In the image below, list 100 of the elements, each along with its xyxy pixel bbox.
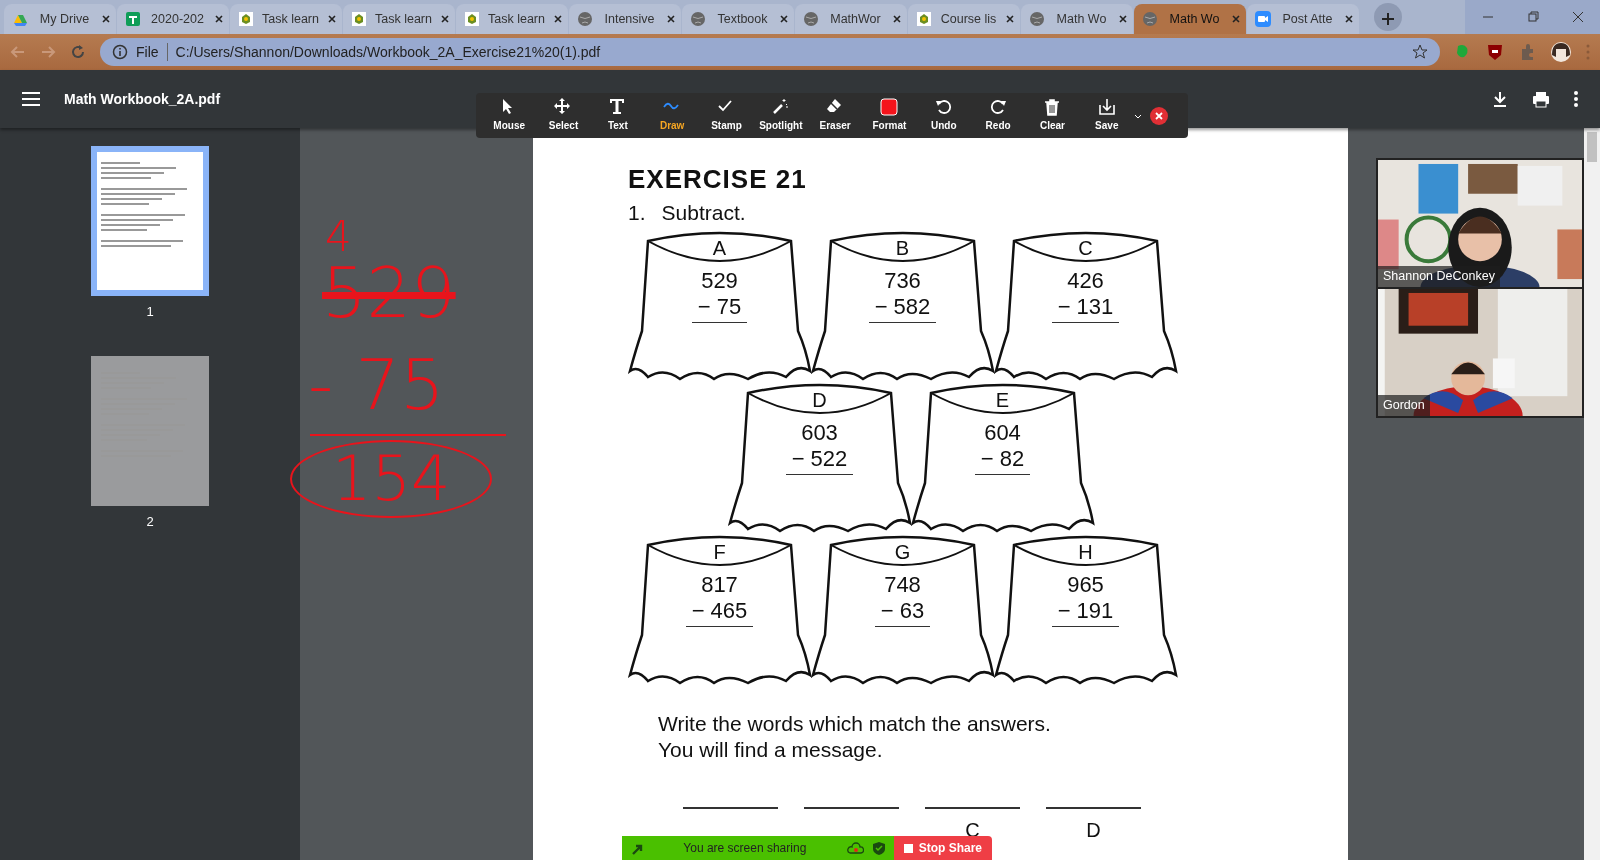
participant-name: Shannon DeConkey [1378, 266, 1500, 287]
browser-tab[interactable]: Course lis [908, 4, 1020, 34]
toolbar-button[interactable]: Redo [970, 98, 1026, 133]
stump-letter: G [894, 541, 911, 562]
ink-annotation: 4 [325, 216, 352, 258]
page-thumbnail[interactable] [91, 355, 209, 506]
browser-tab[interactable]: Textbook [682, 4, 794, 34]
close-icon[interactable] [779, 14, 789, 24]
toolbar-button[interactable]: Eraser [807, 98, 863, 133]
toolbar-button[interactable]: Spotlight [753, 98, 808, 133]
close-icon[interactable] [1005, 14, 1015, 24]
download-icon[interactable] [1097, 98, 1116, 116]
page-thumbnail[interactable] [91, 146, 209, 296]
blank-letter: D [1086, 818, 1101, 844]
share-status-text: You are screen sharing [682, 840, 808, 857]
crest-icon [351, 11, 367, 27]
close-icon[interactable] [1231, 14, 1241, 24]
browser-tab[interactable]: Task learn [343, 4, 455, 34]
scrollbar[interactable] [1584, 128, 1600, 860]
print-icon[interactable] [1532, 90, 1550, 108]
stump-letter: F [713, 541, 726, 562]
browser-tab[interactable]: MathWor [795, 4, 907, 34]
text-icon[interactable] [608, 98, 627, 116]
cloud-icon[interactable] [846, 841, 864, 855]
plus-icon[interactable] [1381, 11, 1395, 26]
minuend-number: 426 [1067, 267, 1104, 295]
toolbar-button[interactable]: Format [862, 98, 917, 133]
ink-annotation: 154 [290, 440, 493, 518]
shield-icon[interactable] [871, 840, 886, 856]
toolbar-button[interactable]: Draw [645, 98, 700, 133]
redo-icon[interactable] [989, 98, 1008, 116]
stump-letter: A [712, 237, 727, 258]
browser-tab[interactable]: Task learn [230, 4, 342, 34]
participant-name: Gordon [1378, 395, 1430, 416]
minuend-number: 529 [701, 267, 738, 295]
more-icon[interactable] [1574, 91, 1578, 107]
instruction-paragraph: Write the words which match the answers. You will find a message. [658, 710, 1052, 763]
browser-tab[interactable]: Intensive [569, 4, 681, 34]
crest-icon [916, 11, 932, 27]
restore-icon[interactable] [1526, 11, 1539, 23]
browser-tab[interactable]: Math Wo [1021, 4, 1133, 34]
close-icon[interactable] [1344, 14, 1354, 24]
close-icon[interactable] [101, 14, 111, 24]
reload-icon[interactable] [70, 44, 86, 60]
new-tab-button[interactable] [1374, 3, 1402, 31]
document-title: Math Workbook_2A.pdf [64, 89, 221, 109]
toolbar-button[interactable]: Text [590, 98, 645, 133]
page-number: 2 [146, 512, 154, 531]
info-icon[interactable] [112, 44, 128, 60]
close-icon[interactable] [327, 14, 337, 24]
close-icon[interactable] [1571, 11, 1584, 23]
sheet-icon [125, 11, 141, 27]
browser-tab[interactable]: My Drive [4, 4, 116, 34]
toolbar-button[interactable]: Clear [1025, 98, 1080, 133]
toolbar-button[interactable]: Mouse [482, 98, 537, 133]
close-icon[interactable] [553, 14, 563, 24]
close-icon[interactable] [892, 14, 902, 24]
close-icon[interactable] [214, 14, 224, 24]
minuend-number: 736 [884, 267, 921, 295]
move-icon[interactable] [554, 98, 573, 116]
address-bar[interactable]: File C:/Users/Shannon/Downloads/Workbook_2A_Exercise21%20(1).pdf [100, 38, 1440, 66]
minuend-number: 817 [701, 571, 738, 599]
color-swatch-icon[interactable] [880, 98, 899, 116]
browser-tab[interactable]: 2020-202 [117, 4, 229, 34]
browser-tab[interactable]: Math Wo [1134, 4, 1246, 34]
crest-icon [464, 11, 480, 27]
subtrahend-number: − 522 [785, 446, 854, 476]
menu-icon[interactable] [22, 91, 40, 107]
globe-icon [1029, 11, 1045, 27]
browser-tab[interactable]: Post Atte [1247, 4, 1359, 34]
browser-tab[interactable]: Task learn [456, 4, 568, 34]
undo-icon[interactable] [934, 98, 953, 116]
minuend-number: 965 [1067, 571, 1104, 599]
toolbar-button[interactable]: Stamp [699, 98, 754, 133]
toolbar-button[interactable]: Save [1079, 98, 1134, 133]
trash-icon[interactable] [1043, 98, 1062, 116]
stop-icon[interactable] [903, 843, 913, 853]
close-icon[interactable] [1153, 110, 1164, 121]
globe-icon [690, 11, 706, 27]
page-number: 1 [146, 303, 154, 321]
toolbar-button[interactable]: Select [536, 98, 591, 133]
avatar-icon[interactable] [1550, 41, 1572, 63]
shield-icon[interactable] [1486, 43, 1504, 61]
url-text: C:/Users/Shannon/Downloads/Workbook_2A_Exercise21%20(1).pdf [175, 42, 602, 62]
close-icon[interactable] [1118, 14, 1128, 24]
star-icon[interactable] [1412, 44, 1428, 60]
close-icon[interactable] [666, 14, 676, 24]
subtrahend-number: − 191 [1051, 598, 1120, 628]
ink-annotation: - 75 [308, 350, 445, 420]
stop-share-button[interactable]: Stop Share [893, 836, 992, 860]
exercise-heading: EXERCISE 21 [628, 164, 808, 196]
toolbar-button[interactable]: Undo [916, 98, 971, 133]
download-icon[interactable] [1492, 91, 1508, 107]
caret-icon[interactable] [1133, 112, 1142, 119]
wand-icon[interactable] [771, 98, 790, 116]
close-icon[interactable] [440, 14, 450, 24]
subtrahend-number: − 465 [685, 598, 754, 628]
minuend-number: 604 [984, 419, 1021, 447]
ink-annotation: 529 [322, 258, 456, 328]
close-button[interactable] [1149, 106, 1168, 125]
